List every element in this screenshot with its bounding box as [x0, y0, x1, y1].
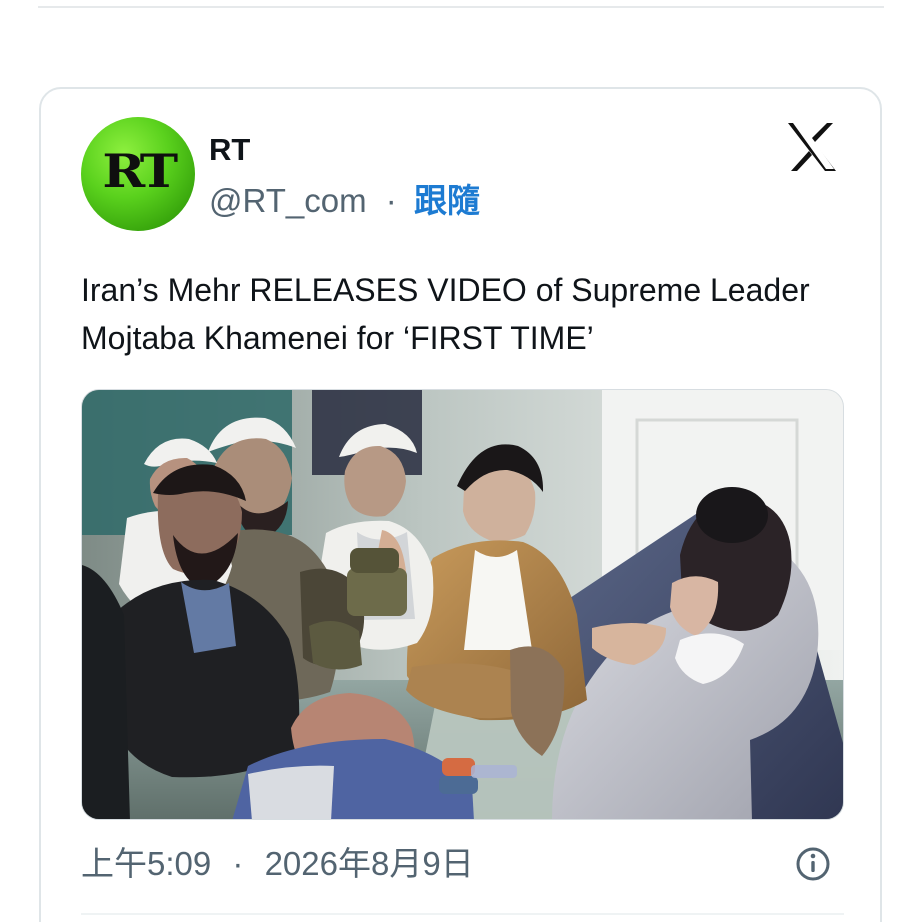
- tweet-date[interactable]: 2026年8月9日: [265, 845, 474, 882]
- avatar-logo: RT: [102, 144, 178, 198]
- follow-link[interactable]: 跟隨: [414, 182, 480, 219]
- tweet-card[interactable]: RT RT @RT_com · 跟隨 Iran’s Mehr RELEASES …: [39, 87, 882, 922]
- timestamp-row: 上午5:09 · 2026年8月9日: [81, 844, 474, 884]
- bottom-divider: [81, 913, 844, 915]
- handle-row: @RT_com · 跟隨: [209, 181, 480, 221]
- top-divider: [38, 0, 884, 8]
- video-thumbnail[interactable]: [81, 389, 844, 820]
- handle-separator: ·: [385, 182, 397, 219]
- tweet-text: Iran’s Mehr RELEASES VIDEO of Supreme Le…: [81, 272, 810, 356]
- tweet-time[interactable]: 上午5:09: [81, 845, 211, 882]
- tweet-embed-page: RT RT @RT_com · 跟隨 Iran’s Mehr RELEASES …: [0, 0, 922, 922]
- user-handle[interactable]: @RT_com: [209, 182, 367, 219]
- avatar[interactable]: RT: [81, 117, 195, 231]
- info-icon[interactable]: [795, 846, 831, 882]
- display-name[interactable]: RT: [209, 132, 250, 168]
- x-logo-icon[interactable]: [784, 121, 840, 173]
- video-scene-graphic: [82, 390, 843, 819]
- timestamp-separator: ·: [232, 845, 244, 882]
